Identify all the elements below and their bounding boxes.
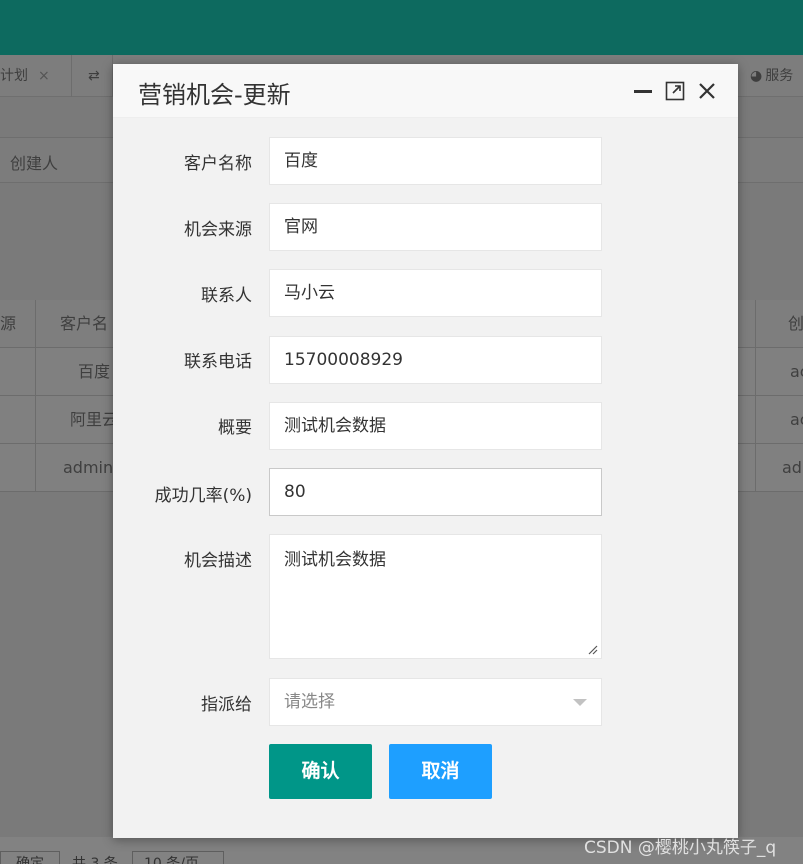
total-count: 共 3 条 [72,856,118,864]
column-header-creator: 创 [788,314,803,333]
app-header [0,0,803,55]
description-text: 测试机会数据 [284,550,386,570]
source-input[interactable]: 官网 [269,203,602,251]
transfer-icon: ⇄ [88,68,100,84]
tab-service-label: 服务 [765,68,794,84]
page-size-label: 10 条/页 [144,856,199,864]
creator-filter-label: 创建人 [10,154,59,173]
column-header-source: 源 [0,314,17,333]
tab-plan-label: 计划 [0,68,28,84]
maximize-icon[interactable] [664,80,686,102]
watermark: CSDN @樱桃小丸筷子_q [584,838,777,858]
success-rate-label: 成功几率(%) [154,486,252,506]
table-cell-customer: 阿里云 [70,410,113,429]
assign-select-placeholder: 请选择 [284,692,335,712]
cancel-button[interactable]: 取消 [389,744,492,799]
confirm-button[interactable]: 确认 [269,744,372,799]
table-cell-customer: admin [63,458,113,477]
assign-label: 指派给 [201,695,252,715]
contact-input[interactable]: 马小云 [269,269,602,317]
table-cell-creator: ac [790,410,803,429]
resize-grip-icon[interactable] [588,645,598,655]
jump-button-label: 确定 [16,856,44,864]
minimize-icon[interactable] [632,80,654,102]
source-label: 机会来源 [184,220,252,240]
customer-name-input[interactable]: 百度 [269,137,602,185]
table-cell-customer: 百度 [78,362,111,381]
chevron-down-icon [573,699,587,706]
contact-label: 联系人 [201,286,252,306]
dialog-title: 营销机会-更新 [138,81,291,109]
tab-transfer[interactable]: ⇄ [72,55,113,97]
description-textarea[interactable]: 测试机会数据 [269,534,602,659]
summary-input[interactable]: 测试机会数据 [269,402,602,450]
customer-name-label: 客户名称 [184,154,252,174]
tab-close-icon[interactable]: × [38,68,50,84]
success-rate-input[interactable]: 80 [269,468,602,516]
table-cell-creator: ad [782,458,802,477]
update-opportunity-dialog: 营销机会-更新 客户名称 百度 机会来源 官网 联系人 马小云 联系电话 157… [113,64,738,838]
close-icon[interactable] [696,80,718,102]
assign-select[interactable]: 请选择 [269,678,602,726]
summary-label: 概要 [218,418,252,438]
dashboard-icon: ◕ [750,68,763,84]
column-header-customer: 客户名 [60,314,109,333]
tab-service[interactable]: ◕ 服务 [738,55,803,97]
phone-input[interactable]: 15700008929 [269,336,602,384]
dialog-title-bar: 营销机会-更新 [113,64,738,118]
phone-label: 联系电话 [184,352,252,372]
table-cell-creator: ac [790,362,803,381]
tab-plan[interactable]: 计划 × [0,55,72,97]
description-label: 机会描述 [184,551,252,571]
